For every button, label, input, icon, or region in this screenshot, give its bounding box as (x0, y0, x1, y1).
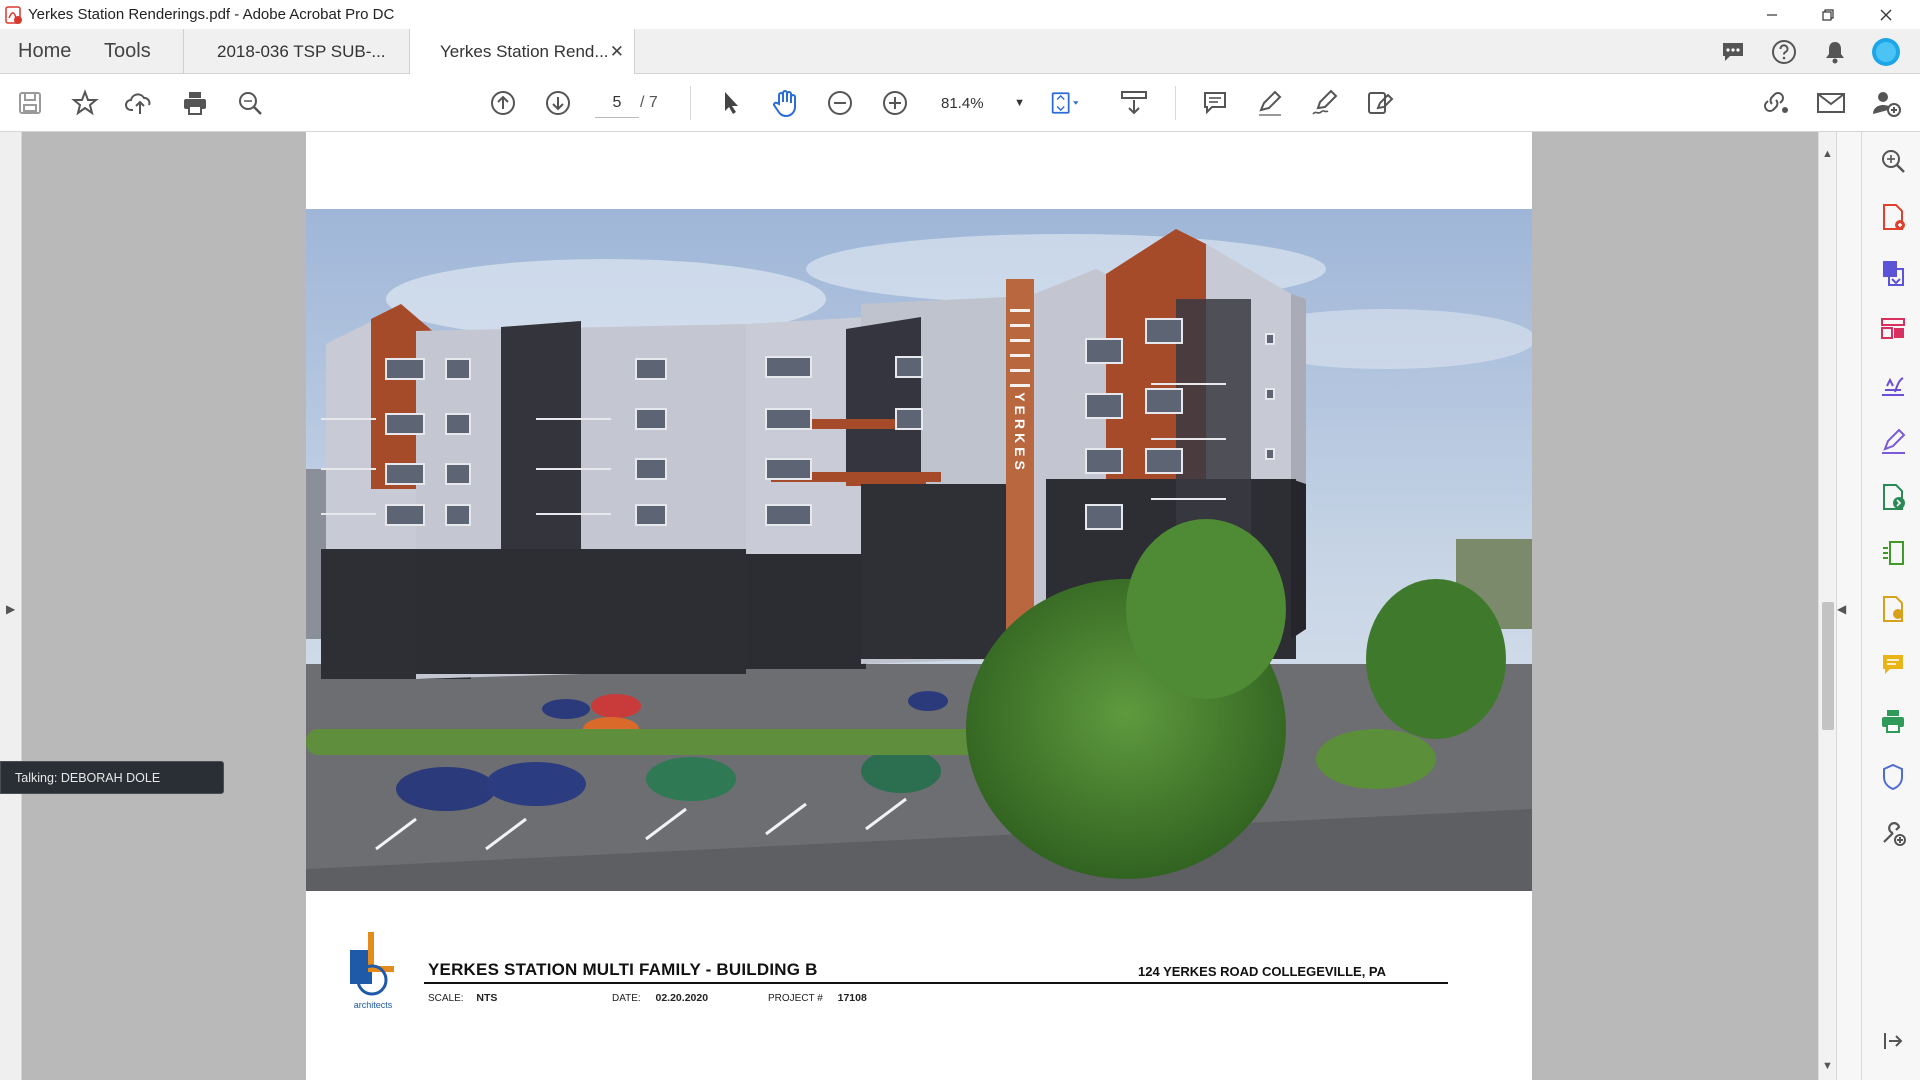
tab-bar: Home Tools 2018-036 TSP SUB-... Yerkes S… (0, 29, 1920, 74)
send-sign-icon[interactable] (1364, 87, 1396, 119)
hand-tool-icon[interactable] (769, 87, 801, 119)
tab-document-label: Yerkes Station Rend... (440, 41, 609, 61)
collapse-panel-icon[interactable] (1878, 1026, 1908, 1056)
talking-indicator: Talking: DEBORAH DOLE (0, 761, 224, 794)
restore-icon (1822, 8, 1834, 21)
window-title: Yerkes Station Renderings.pdf - Adobe Ac… (28, 6, 395, 23)
tab-close-icon[interactable]: ✕ (610, 42, 624, 62)
title-bar: Yerkes Station Renderings.pdf - Adobe Ac… (0, 0, 1920, 29)
pdf-page: YERKES architects YERKES STATION MULTI F… (306, 132, 1532, 1080)
tab-home[interactable]: Home (18, 29, 71, 74)
email-icon[interactable] (1815, 87, 1847, 119)
close-window-button[interactable] (1858, 0, 1914, 29)
comments-icon[interactable] (1718, 37, 1748, 67)
combine-files-icon[interactable] (1878, 314, 1908, 344)
user-avatar[interactable] (1871, 37, 1901, 67)
scroll-down-icon[interactable]: ▼ (1822, 1060, 1833, 1072)
building-rendering-image: YERKES (306, 209, 1532, 891)
logo-text: architects (354, 1000, 393, 1010)
page-total: / 7 (640, 94, 658, 111)
find-zoom-icon[interactable] (234, 87, 266, 119)
save-icon[interactable] (14, 87, 46, 119)
export-pdf-icon[interactable] (1878, 202, 1908, 232)
vertical-scrollbar[interactable]: ▲ ▼ (1818, 132, 1836, 1080)
toolbar-divider (1175, 86, 1176, 120)
compress-icon[interactable] (1878, 594, 1908, 624)
main-toolbar: / 7 81.4% ▼ (0, 74, 1920, 132)
chevron-down-icon: ▼ (1014, 97, 1025, 109)
scrollbar-thumb[interactable] (1822, 602, 1834, 730)
project-number-field: PROJECT # 17108 (768, 992, 867, 1004)
scroll-up-icon[interactable]: ▲ (1822, 148, 1833, 160)
date-field: DATE: 02.20.2020 (612, 992, 708, 1004)
svg-text:YERKES: YERKES (1012, 392, 1028, 474)
comment-icon[interactable] (1878, 650, 1908, 680)
zoom-select[interactable]: 81.4% ▼ (925, 88, 1025, 118)
more-tools-icon[interactable] (1878, 818, 1908, 848)
previous-page-icon[interactable] (487, 87, 519, 119)
create-pdf-icon[interactable] (1878, 258, 1908, 288)
next-page-icon[interactable] (542, 87, 574, 119)
notifications-bell-icon[interactable] (1820, 37, 1850, 67)
scale-label: SCALE: (428, 993, 464, 1004)
tab-document-label: 2018-036 TSP SUB-... (217, 41, 386, 61)
bookmark-star-icon[interactable] (69, 87, 101, 119)
minimize-button[interactable] (1744, 0, 1800, 29)
acrobat-icon (5, 5, 22, 24)
project-title: YERKES STATION MULTI FAMILY - BUILDING B (428, 960, 818, 979)
toolbar-divider (690, 86, 691, 120)
tab-document-1[interactable]: 2018-036 TSP SUB-... (183, 29, 409, 74)
project-address: 124 YERKES ROAD COLLEGEVILLE, PA (1138, 964, 1387, 979)
close-icon (1880, 9, 1892, 20)
minimize-icon (1767, 13, 1777, 16)
left-navigation-pane[interactable]: ▶ (0, 132, 22, 1080)
title-underline (424, 982, 1448, 984)
date-label: DATE: (612, 993, 641, 1004)
project-number-value: 17108 (837, 992, 867, 1004)
select-cursor-icon[interactable] (715, 87, 747, 119)
export-icon[interactable] (1878, 482, 1908, 512)
highlight-pen-icon[interactable] (1254, 87, 1286, 119)
drawing-title-block: architects YERKES STATION MULTI FAMILY -… (306, 892, 1532, 1032)
fit-page-icon[interactable] (1050, 87, 1082, 119)
zoom-in-icon[interactable] (879, 87, 911, 119)
expand-left-pane-icon[interactable]: ▶ (6, 602, 15, 616)
search-zoom-icon[interactable] (1878, 146, 1908, 176)
print-icon[interactable] (179, 87, 211, 119)
collapse-tools-pane-icon[interactable]: ◀ (1837, 602, 1849, 616)
help-icon[interactable] (1769, 37, 1799, 67)
document-viewport[interactable]: YERKES architects YERKES STATION MULTI F… (22, 132, 1818, 1080)
zoom-out-icon[interactable] (824, 87, 856, 119)
scale-value: NTS (476, 992, 498, 1004)
upload-cloud-icon[interactable] (124, 87, 156, 119)
right-tools-pane: ◀ (1836, 132, 1920, 1080)
protect-icon[interactable] (1878, 762, 1908, 792)
zoom-value: 81.4% (941, 94, 984, 112)
share-link-icon[interactable] (1760, 87, 1792, 119)
sign-icon[interactable] (1309, 87, 1341, 119)
organize-pages-icon[interactable] (1878, 538, 1908, 568)
scroll-mode-icon[interactable] (1118, 87, 1150, 119)
tools-pane-divider (1861, 132, 1862, 1080)
tab-tools[interactable]: Tools (104, 29, 151, 74)
print-production-icon[interactable] (1878, 706, 1908, 736)
fill-sign-icon[interactable] (1878, 370, 1908, 400)
edit-pdf-icon[interactable] (1878, 426, 1908, 456)
page-number-input[interactable] (595, 88, 639, 118)
tab-document-2[interactable]: Yerkes Station Rend... ✕ (409, 29, 635, 74)
jl-architects-logo: architects (350, 932, 394, 1010)
scale-field: SCALE: NTS (428, 992, 497, 1004)
restore-button[interactable] (1800, 0, 1856, 29)
date-value: 02.20.2020 (655, 992, 709, 1004)
project-number-label: PROJECT # (768, 993, 823, 1004)
comment-icon[interactable] (1199, 87, 1231, 119)
add-user-icon[interactable] (1870, 87, 1902, 119)
